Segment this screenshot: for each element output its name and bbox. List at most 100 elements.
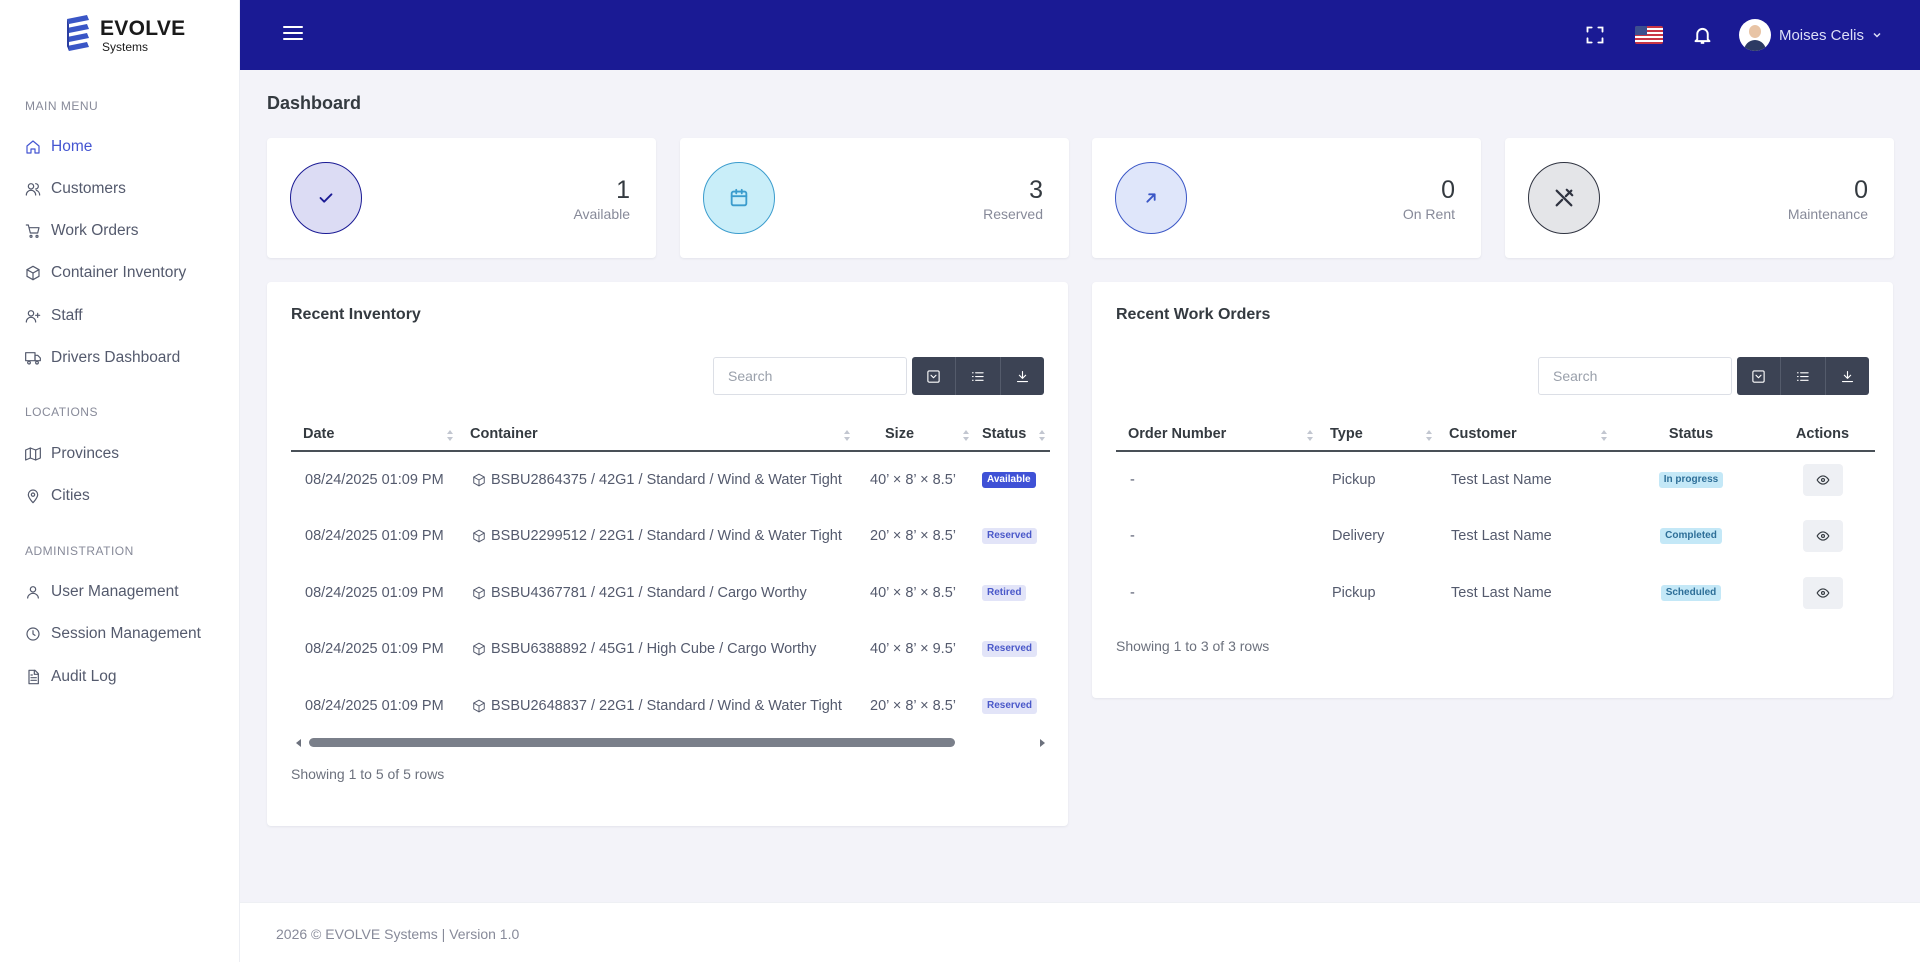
size-cell: 20’ × 8’ × 8.5’ [870,528,956,544]
sidebar-item-session-management[interactable]: Session Management [25,622,201,646]
table-row[interactable]: - Pickup Test Last Name Scheduled [1116,565,1875,621]
status-badge: Available [982,472,1036,488]
sidebar-item-provinces[interactable]: Provinces [25,442,119,466]
type-cell: Delivery [1332,528,1385,544]
stat-label: Available [573,206,630,222]
view-button[interactable] [1802,464,1843,496]
calendar-icon [703,162,775,234]
scroll-thumb[interactable] [309,738,955,747]
columns-button[interactable] [1781,357,1826,395]
table-row[interactable]: - Pickup Test Last Name In progress [1116,452,1875,508]
column-header-customer[interactable]: Customer [1437,418,1612,450]
stat-value: 0 [1854,176,1868,204]
table-row[interactable]: 08/24/2025 01:09 PM BSBU2864375 / 42G1 /… [291,452,1050,508]
user-menu[interactable]: Moises Celis [1738,19,1882,51]
box-icon [473,642,485,656]
menu-section-main: MAIN MENU [25,99,99,113]
language-flag-icon[interactable] [1634,26,1663,44]
view-button[interactable] [1802,577,1843,609]
table-row[interactable]: 08/24/2025 01:09 PM BSBU4367781 / 42G1 /… [291,565,1050,621]
brand-sub: Systems [102,39,149,54]
column-header-size[interactable]: Size [855,418,974,450]
map-pin-icon [27,489,39,504]
view-button[interactable] [1802,520,1843,552]
avatar [1738,19,1771,51]
sidebar-item-drivers-dashboard[interactable]: Drivers Dashboard [25,346,180,370]
status-cell: In progress [1612,452,1770,508]
sidebar-item-customers[interactable]: Customers [25,177,126,201]
column-header-date[interactable]: Date [291,418,458,450]
actions-cell [1770,565,1875,621]
actions-cell [1770,508,1875,564]
sidebar-item-staff[interactable]: Staff [25,304,83,328]
sidebar-item-user-management[interactable]: User Management [25,580,179,604]
box-icon [26,265,40,281]
cart-icon [25,224,40,238]
clock-icon [26,627,40,641]
stat-card-reserved: 3 Reserved [680,138,1069,258]
container-cell: BSBU6388892 / 45G1 / High Cube / Cargo W… [472,621,816,677]
date-cell: 08/24/2025 01:09 PM [305,698,444,714]
sidebar-item-container-inventory[interactable]: Container Inventory [25,261,186,285]
sidebar-item-label: Home [51,138,93,155]
type-cell: Pickup [1332,585,1376,601]
status-badge: Retired [982,585,1027,601]
date-cell: 08/24/2025 01:09 PM [305,528,444,544]
filter-dropdown-icon [1752,369,1765,383]
download-icon [1016,370,1028,382]
sidebar-item-label: Customers [51,180,126,197]
filter-button[interactable] [1737,357,1782,395]
columns-button[interactable] [956,357,1001,395]
column-header-status[interactable]: Status [974,418,1050,450]
brand-logo[interactable]: EVOLVE Systems [63,15,185,55]
customer-cell: Test Last Name [1451,528,1552,544]
table-row[interactable]: 08/24/2025 01:09 PM BSBU2648837 / 22G1 /… [291,678,1050,734]
export-button[interactable] [1000,357,1044,395]
scroll-right-icon[interactable] [1040,739,1045,747]
sidebar-item-label: Provinces [51,445,120,462]
eye-icon [1816,588,1829,598]
status-cell: Retired [982,565,1027,621]
horizontal-scrollbar[interactable] [291,736,1050,750]
size-cell: 40’ × 8’ × 9.5’ [870,641,956,657]
list-icon [1797,371,1810,381]
home-icon [26,140,40,154]
fullscreen-icon[interactable] [1583,23,1607,47]
recent-inventory-card: Recent Inventory Date Container Size Sta… [267,282,1068,826]
size-cell: 20’ × 8’ × 8.5’ [870,698,956,714]
column-header-actions: Actions [1795,426,1850,442]
box-icon [473,586,485,600]
date-cell: 08/24/2025 01:09 PM [305,585,444,601]
column-header-container[interactable]: Container [458,418,855,450]
box-icon [473,699,485,713]
status-badge: Reserved [982,698,1038,714]
users-icon [25,183,41,196]
sidebar-item-audit-log[interactable]: Audit Log [25,665,117,689]
table-row[interactable]: 08/24/2025 01:09 PM BSBU2299512 / 22G1 /… [291,508,1050,564]
table-row[interactable]: - Delivery Test Last Name Completed [1116,508,1875,564]
filter-button[interactable] [912,357,957,395]
hamburger-menu-icon[interactable] [283,26,303,43]
sidebar-item-work-orders[interactable]: Work Orders [25,219,139,243]
footer: 2026 © EVOLVE Systems | Version 1.0 [240,902,1920,962]
status-cell: Reserved [982,678,1038,734]
status-badge: Scheduled [1660,585,1722,601]
scroll-left-icon[interactable] [296,739,301,747]
work-orders-search-input[interactable] [1538,357,1732,395]
size-cell: 40’ × 8’ × 8.5’ [870,585,956,601]
export-button[interactable] [1825,357,1869,395]
inventory-search-input[interactable] [713,357,907,395]
customer-cell: Test Last Name [1451,585,1552,601]
sidebar-item-cities[interactable]: Cities [25,484,90,508]
column-header-order-number[interactable]: Order Number [1116,418,1318,450]
sidebar-item-home[interactable]: Home [25,135,92,159]
date-cell: 08/24/2025 01:09 PM [305,472,444,488]
column-header-type[interactable]: Type [1318,418,1437,450]
table-row[interactable]: 08/24/2025 01:09 PM BSBU6388892 / 45G1 /… [291,621,1050,677]
sidebar-item-label: Session Management [51,625,201,642]
order-number-cell: - [1130,472,1135,488]
notification-bell-icon[interactable] [1691,23,1715,47]
list-icon [972,371,985,381]
sidebar-item-label: Audit Log [51,668,117,685]
menu-section-locations: LOCATIONS [25,405,98,419]
